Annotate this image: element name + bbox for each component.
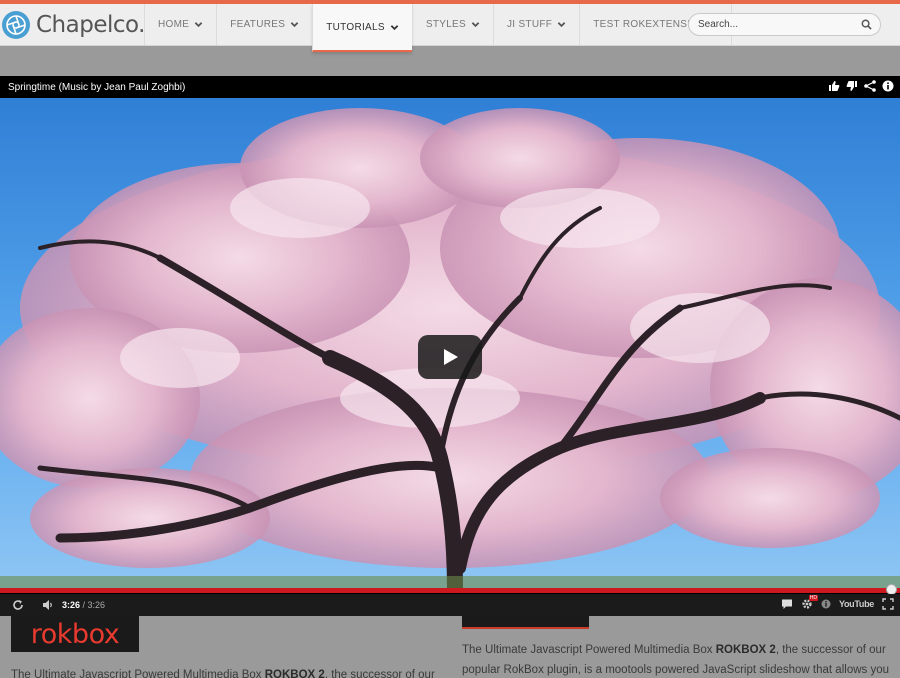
nav-item-label: TUTORIALS <box>326 21 385 33</box>
duration: 3:26 <box>87 600 106 610</box>
video-frame[interactable] <box>0 98 900 590</box>
page-content: rokbox The Ultimate Javascript Powered M… <box>0 616 900 678</box>
nav-item-styles[interactable]: STYLES <box>411 4 493 45</box>
rokbox-logo: rokbox <box>11 616 139 652</box>
video-actions <box>828 80 894 92</box>
fullscreen-icon[interactable] <box>882 598 894 610</box>
site-logo[interactable]: Chapelco. <box>0 8 146 42</box>
nav-item-features[interactable]: FEATURES <box>216 4 312 45</box>
play-icon <box>444 349 458 365</box>
time-separator: / <box>80 600 88 610</box>
right-text-start: The Ultimate Javascript Powered Multimed… <box>462 644 716 656</box>
chevron-down-icon <box>290 22 299 28</box>
left-text-start: The Ultimate Javascript Powered Multimed… <box>11 669 265 678</box>
current-time: 3:26 <box>62 600 81 610</box>
video-title[interactable]: Springtime (Music by Jean Paul Zoghbi) <box>8 82 185 93</box>
right-column-header-bar <box>462 616 589 629</box>
info-icon[interactable] <box>882 80 894 92</box>
youtube-logo[interactable]: YouTube <box>839 599 874 609</box>
search-box[interactable]: Search... <box>688 13 881 36</box>
share-icon[interactable] <box>864 80 876 92</box>
rokbox-logo-text: rokbox <box>30 618 120 650</box>
nav-item-label: STYLES <box>425 19 466 30</box>
left-text-end: , the successor of our <box>324 669 435 678</box>
video-player: Springtime (Music by Jean Paul Zoghbi) 3… <box>0 76 900 616</box>
chevron-down-icon <box>471 22 480 28</box>
nav-item-label: FEATURES <box>230 19 286 30</box>
chevron-down-icon <box>194 22 203 28</box>
nav-item-home[interactable]: HOME <box>144 4 216 45</box>
nav-item-label: JI STUFF <box>507 19 553 30</box>
like-icon[interactable] <box>828 80 840 92</box>
nav-item-label: HOME <box>158 19 190 30</box>
site-header: Chapelco. HOME FEATURES TUTORIALS STYLES… <box>0 4 900 52</box>
volume-icon[interactable] <box>42 599 54 611</box>
controls-right: HD YouTube <box>781 595 894 610</box>
hd-badge: HD <box>808 595 818 601</box>
annotations-icon[interactable] <box>821 599 831 609</box>
search-input[interactable]: Search... <box>698 19 861 30</box>
replay-icon[interactable] <box>12 599 24 611</box>
search-icon[interactable] <box>861 19 872 30</box>
player-controls: 3:26 / 3:26 HD YouTube <box>0 594 900 616</box>
main-nav: HOME FEATURES TUTORIALS STYLES JI STUFF … <box>144 4 733 52</box>
settings-icon[interactable]: HD <box>801 595 818 610</box>
left-text-bold: ROKBOX 2 <box>264 669 325 678</box>
dislike-icon[interactable] <box>846 80 858 92</box>
captions-icon[interactable] <box>781 598 793 610</box>
chevron-down-icon <box>390 24 399 30</box>
nav-item-ji-stuff[interactable]: JI STUFF <box>493 4 579 45</box>
time-display: 3:26 / 3:26 <box>62 600 105 610</box>
chevron-down-icon <box>557 22 566 28</box>
play-button[interactable] <box>418 335 482 379</box>
progress-bar[interactable] <box>0 584 900 595</box>
right-text-bold: ROKBOX 2 <box>715 644 776 656</box>
right-description: The Ultimate Javascript Powered Multimed… <box>462 640 892 678</box>
nav-item-tutorials[interactable]: TUTORIALS <box>312 4 412 52</box>
aperture-icon <box>2 11 30 39</box>
video-title-bar: Springtime (Music by Jean Paul Zoghbi) <box>0 76 900 98</box>
left-description: The Ultimate Javascript Powered Multimed… <box>11 665 441 678</box>
site-logo-text: Chapelco. <box>36 12 146 38</box>
